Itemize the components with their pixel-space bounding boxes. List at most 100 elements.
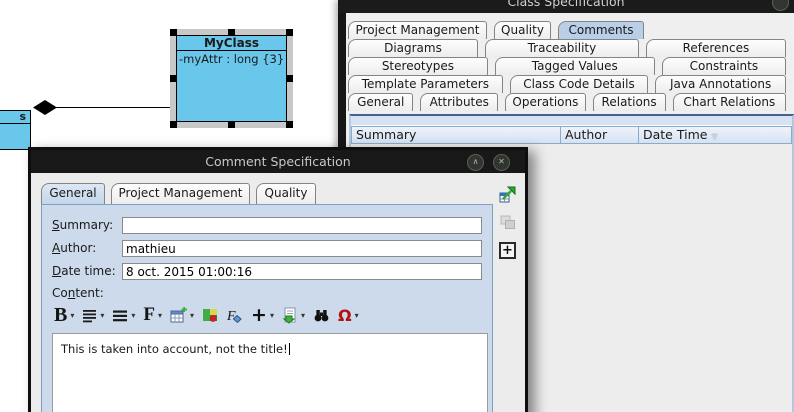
tab-relations[interactable]: Relations <box>593 93 666 111</box>
insert-table-button[interactable]: ▾ <box>170 307 194 324</box>
datetime-row: Date time: <box>42 263 492 280</box>
selection-handle[interactable] <box>170 75 177 82</box>
chevron-down-icon: ▾ <box>355 311 359 320</box>
add-comment-button[interactable]: + <box>499 242 516 259</box>
tab-project-management[interactable]: Project Management <box>348 21 487 39</box>
selection-handle[interactable] <box>170 29 177 36</box>
color-button[interactable] <box>202 307 218 323</box>
document-icon <box>282 307 298 324</box>
chevron-down-icon: ▾ <box>131 311 135 320</box>
format-f-icon: F <box>226 307 243 324</box>
tab-stereotypes[interactable]: Stereotypes <box>348 57 488 75</box>
spec-tab-row-2: Diagrams Traceability References <box>348 39 786 57</box>
tab-attributes[interactable]: Attributes <box>420 93 498 111</box>
author-input[interactable] <box>122 240 482 257</box>
font-icon: F <box>143 305 155 325</box>
column-header-datetime[interactable]: Date Time▼ <box>638 126 792 144</box>
spec-tab-row-5: General Attributes Operations Relations … <box>348 93 786 111</box>
uml-class-partial[interactable]: s <box>0 110 31 150</box>
class-spec-title: Class Specification <box>338 0 794 9</box>
summary-row: Summary: <box>42 217 492 234</box>
column-header-summary[interactable]: Summary <box>351 126 561 144</box>
selection-frame[interactable]: MyClass -myAttr : long {3} <box>170 29 293 128</box>
selection-handle[interactable] <box>228 29 235 36</box>
tab-java-annotations[interactable]: Java Annotations <box>655 75 786 93</box>
uml-class-partial-name: s <box>0 111 30 124</box>
insert-button[interactable]: + ▾ <box>251 306 274 324</box>
richtext-toolbar: B ▾ ▾ ▾ F <box>54 301 359 329</box>
dialog-tab-bar: General Project Management Quality <box>41 183 316 204</box>
association-line[interactable] <box>56 107 177 108</box>
text-caret <box>289 343 290 355</box>
tab-tagged-values[interactable]: Tagged Values <box>495 57 655 75</box>
plus-icon: + <box>251 306 267 324</box>
dialog-tab-quality[interactable]: Quality <box>256 183 316 204</box>
selection-handle[interactable] <box>286 75 293 82</box>
selection-handle[interactable] <box>228 121 235 128</box>
tab-general[interactable]: General <box>348 93 413 111</box>
bold-button[interactable]: B ▾ <box>54 305 74 325</box>
navigate-to-model-icon[interactable] <box>499 186 517 204</box>
table-top-margin <box>351 116 792 126</box>
content-row: Content: <box>42 285 492 302</box>
tab-diagrams[interactable]: Diagrams <box>348 39 478 57</box>
datetime-label: Date time: <box>52 264 116 278</box>
chevron-down-icon: ▾ <box>270 311 274 320</box>
dialog-tab-general[interactable]: General <box>41 183 105 204</box>
tab-operations[interactable]: Operations <box>505 93 586 111</box>
tab-template-parameters[interactable]: Template Parameters <box>348 75 503 93</box>
chevron-down-icon: ▾ <box>190 311 194 320</box>
uml-class-attribute: -myAttr : long {3} <box>177 51 286 67</box>
summary-input[interactable] <box>122 217 482 234</box>
tab-quality[interactable]: Quality <box>494 21 551 39</box>
summary-label: Summary: <box>52 218 113 232</box>
dialog-tab-project-management[interactable]: Project Management <box>111 183 250 204</box>
tab-comments[interactable]: Comments <box>558 21 644 39</box>
chevron-down-icon: ▾ <box>70 311 74 320</box>
column-header-author[interactable]: Author <box>560 126 639 144</box>
spec-tab-row-1: Project Management Quality Comments <box>348 21 786 39</box>
tab-class-code-details[interactable]: Class Code Details <box>510 75 648 93</box>
copy-disabled-icon <box>499 213 517 231</box>
author-label: Author: <box>52 241 96 255</box>
svg-text:F: F <box>226 309 236 324</box>
list-icon <box>112 308 128 323</box>
uml-class-myclass[interactable]: MyClass -myAttr : long {3} <box>176 35 287 122</box>
tab-traceability[interactable]: Traceability <box>485 39 639 57</box>
special-char-button[interactable]: Ω ▾ <box>338 307 359 324</box>
spec-tab-row-3: Stereotypes Tagged Values Constraints <box>348 57 786 75</box>
comment-spec-titlebar[interactable]: Comment Specification <box>31 150 525 173</box>
bold-icon: B <box>54 305 67 325</box>
shade-button[interactable]: ∧ <box>467 154 484 171</box>
selection-handle[interactable] <box>170 121 177 128</box>
format-button[interactable]: F <box>226 307 243 324</box>
content-textarea[interactable]: This is taken into account, not the titl… <box>52 333 488 412</box>
close-button[interactable]: ✕ <box>493 154 510 171</box>
palette-icon <box>202 307 218 323</box>
table-icon <box>170 307 187 324</box>
composition-diamond-icon[interactable] <box>33 100 57 115</box>
datetime-input[interactable] <box>122 263 482 280</box>
tab-chart-relations[interactable]: Chart Relations <box>673 93 786 111</box>
align-icon <box>82 308 97 323</box>
font-button[interactable]: F ▾ <box>143 305 162 325</box>
screen: s MyClass -myAttr : long {3} Class Speci… <box>0 0 794 412</box>
tab-references[interactable]: References <box>646 39 786 57</box>
list-button[interactable]: ▾ <box>112 308 135 323</box>
export-button[interactable]: ▾ <box>282 307 305 324</box>
binoculars-icon <box>313 307 330 323</box>
tab-constraints[interactable]: Constraints <box>662 57 786 75</box>
selection-handle[interactable] <box>286 29 293 36</box>
selection-handle[interactable] <box>286 121 293 128</box>
chevron-down-icon: ▾ <box>158 311 162 320</box>
general-tab-panel: Summary: Author: Date time: Content: B ▾ <box>41 204 493 412</box>
content-text: This is taken into account, not the titl… <box>61 342 288 356</box>
alignment-button[interactable]: ▾ <box>82 308 104 323</box>
spec-tab-row-4: Template Parameters Class Code Details J… <box>348 75 786 93</box>
omega-icon: Ω <box>338 307 352 324</box>
search-button[interactable] <box>313 307 330 323</box>
sort-descending-icon: ▼ <box>711 132 717 141</box>
chevron-down-icon: ▾ <box>100 311 104 320</box>
class-spec-titlebar[interactable]: Class Specification <box>338 0 794 13</box>
chevron-down-icon: ▾ <box>301 311 305 320</box>
